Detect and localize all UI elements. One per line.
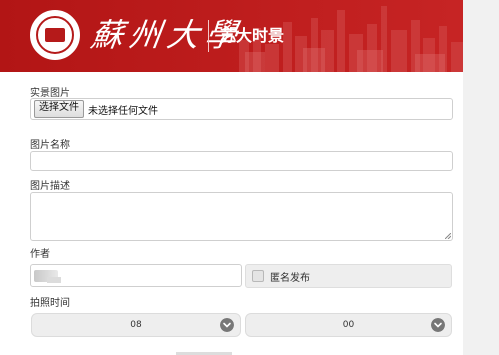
photo-file-input[interactable]: 选择文件 未选择任何文件 [30,98,453,120]
author-label: 作者 [30,249,50,260]
photo-label: 实景图片 [30,88,70,99]
anonymous-label: 匿名发布 [270,272,310,284]
redacted-author-value-part [47,277,61,283]
university-seal-logo [30,10,80,60]
month-select-value: 08 [130,320,142,330]
site-title: 苏大时景 [220,26,285,45]
file-status-text: 未选择任何文件 [88,105,158,117]
site-header: 蘇州大學 苏大时景 [0,0,463,72]
shot-time-label: 拍照时间 [30,298,70,309]
anonymous-checkbox[interactable] [252,270,264,282]
image-name-input[interactable] [30,151,453,171]
page-side-margin [463,0,499,355]
day-select-value: 00 [342,320,355,330]
day-select[interactable]: 00 [245,313,452,337]
author-input[interactable] [30,264,242,287]
image-name-label: 图片名称 [30,140,70,151]
month-select[interactable]: 08 [31,313,241,337]
upload-form-page: 蘇州大學 苏大时景 实景图片 选择文件 未选择任何文件 图片名称 图片描述 作者… [0,0,463,355]
chevron-down-icon [431,318,445,332]
chevron-down-icon [220,318,234,332]
image-description-label: 图片描述 [30,181,70,192]
header-divider [208,20,209,52]
resize-handle-icon[interactable] [445,233,451,239]
image-description-textarea[interactable] [30,192,453,241]
anonymous-toggle[interactable]: 匿名发布 [245,264,452,288]
choose-file-button[interactable]: 选择文件 [34,100,84,118]
